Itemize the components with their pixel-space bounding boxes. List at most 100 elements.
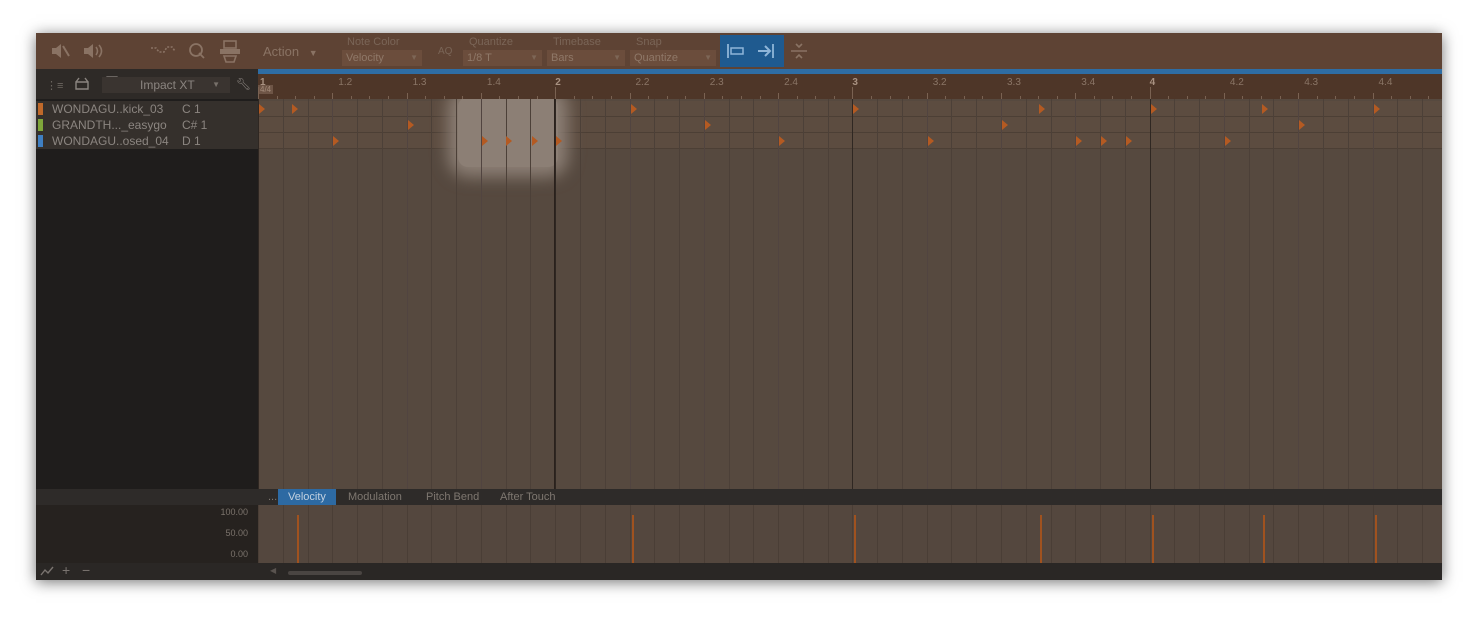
note-event[interactable] (1126, 136, 1133, 146)
grid-line (1100, 99, 1102, 489)
lane-row (258, 133, 1442, 149)
track-row[interactable]: GRANDTH..._easygo C# 1 (36, 117, 258, 133)
grid-line (1322, 99, 1324, 489)
auto-quantize-button[interactable]: AQ (438, 46, 452, 57)
note-event[interactable] (853, 104, 860, 114)
velocity-bar[interactable] (1151, 515, 1154, 563)
grid-line (852, 99, 854, 489)
grid-line (1124, 99, 1126, 489)
note-event[interactable] (531, 136, 538, 146)
list-icon[interactable]: ⋮≡ (46, 79, 63, 92)
note-grid[interactable] (258, 99, 1442, 489)
ruler-label: 2.4 (784, 77, 798, 88)
loop-range-bar[interactable] (258, 69, 1442, 74)
note-event[interactable] (259, 104, 265, 114)
note-event[interactable] (1262, 104, 1269, 114)
action-menu-button[interactable]: Action ▼ (263, 44, 318, 59)
curve-icon[interactable] (40, 564, 54, 580)
velocity-axis-label: 100.00 (220, 507, 248, 517)
quantize-q-icon[interactable] (188, 42, 206, 60)
velocity-grid-line (629, 505, 631, 563)
grid-line (1075, 99, 1077, 489)
note-event[interactable] (1039, 104, 1046, 114)
note-event[interactable] (481, 136, 488, 146)
note-event[interactable] (506, 136, 513, 146)
scroll-left-icon[interactable]: ◀ (270, 566, 276, 575)
ruler-label: 4.3 (1304, 77, 1319, 88)
grid-line (456, 99, 458, 489)
snap-arrow-icon[interactable] (756, 42, 776, 65)
speaker-icon[interactable] (82, 42, 104, 60)
grid-line (1199, 99, 1201, 489)
track-note: C 1 (182, 102, 201, 116)
grid-line (703, 99, 705, 489)
velocity-lane[interactable] (258, 505, 1442, 563)
note-event[interactable] (1150, 104, 1157, 114)
track-row[interactable]: WONDAGU..kick_03 C 1 (36, 101, 258, 117)
horizontal-scrollbar[interactable] (288, 571, 362, 575)
velocity-grid-line (1372, 505, 1374, 563)
snap-to-start-icon[interactable] (726, 42, 746, 65)
velocity-bar[interactable] (1374, 515, 1377, 563)
ruler-label: 3.3 (1007, 77, 1021, 88)
note-color-value: Velocity (346, 52, 384, 64)
tab-velocity[interactable]: Velocity (278, 489, 336, 505)
grid-line (802, 99, 804, 489)
drum-icon[interactable] (74, 76, 90, 97)
note-event[interactable] (704, 120, 711, 130)
instrument-select[interactable]: Impact XT ▼ (102, 77, 230, 93)
wrench-icon[interactable]: 🔧︎ (236, 77, 251, 91)
snap-select[interactable]: Quantize ▼ (630, 50, 716, 66)
grid-line (877, 99, 879, 489)
grid-line (480, 99, 482, 489)
note-event[interactable] (779, 136, 786, 146)
toolbar: Action ▼ Note Color Velocity ▼ AQ Quanti… (36, 33, 1442, 69)
grid-line (753, 99, 755, 489)
note-event[interactable] (1100, 136, 1107, 146)
velocity-grid-line (1273, 505, 1275, 563)
minus-icon[interactable]: − (82, 562, 90, 578)
note-event[interactable] (927, 136, 934, 146)
note-color-select[interactable]: Velocity ▼ (342, 50, 422, 66)
chevron-down-icon: ▼ (704, 53, 712, 62)
velocity-grid-line (1422, 505, 1424, 563)
split-notes-icon[interactable] (790, 41, 808, 61)
tempo-curve-icon[interactable] (150, 44, 178, 56)
note-event[interactable] (292, 104, 299, 114)
note-event[interactable] (407, 120, 414, 130)
note-event[interactable] (1299, 120, 1306, 130)
grid-line (778, 99, 780, 489)
velocity-bar[interactable] (631, 515, 634, 563)
tab-modulation[interactable]: Modulation (338, 489, 412, 505)
tab-pitch-bend[interactable]: Pitch Bend (416, 489, 489, 505)
ruler-tick (555, 87, 557, 99)
velocity-bar[interactable] (297, 515, 300, 563)
grid-line (1001, 99, 1002, 489)
note-event[interactable] (1224, 136, 1231, 146)
velocity-axis-label: 50.00 (225, 528, 248, 538)
note-event[interactable] (556, 136, 563, 146)
velocity-bar[interactable] (1263, 515, 1266, 563)
note-event[interactable] (630, 104, 637, 114)
velocity-grid-line (431, 505, 433, 563)
grid-line (307, 99, 309, 489)
timebase-select[interactable]: Bars ▼ (547, 50, 625, 66)
velocity-grid-line (951, 505, 953, 563)
speaker-mute-icon[interactable] (50, 42, 70, 60)
velocity-axis: 100.00 50.00 0.00 (36, 505, 258, 563)
ruler-tick (852, 87, 854, 99)
timeline-ruler[interactable]: 4/4 1 1.2 1.3 1.4 2 2.2 2.3 2.4 3 3.2 3.3 3.4 4 4.2 4.… (258, 69, 1442, 99)
quantize-select[interactable]: 1/8 T ▼ (463, 50, 542, 66)
velocity-grid-line (976, 505, 978, 563)
playhead (554, 99, 556, 489)
velocity-bar[interactable] (854, 515, 857, 563)
tab-after-touch[interactable]: After Touch (490, 489, 565, 505)
track-row[interactable]: WONDAGU..osed_04 D 1 (36, 133, 258, 149)
print-icon[interactable] (218, 39, 242, 63)
note-event[interactable] (333, 136, 340, 146)
note-event[interactable] (1076, 136, 1083, 146)
note-event[interactable] (1002, 120, 1008, 130)
note-event[interactable] (1373, 104, 1380, 114)
plus-icon[interactable]: + (62, 562, 70, 578)
velocity-bar[interactable] (1040, 515, 1043, 563)
